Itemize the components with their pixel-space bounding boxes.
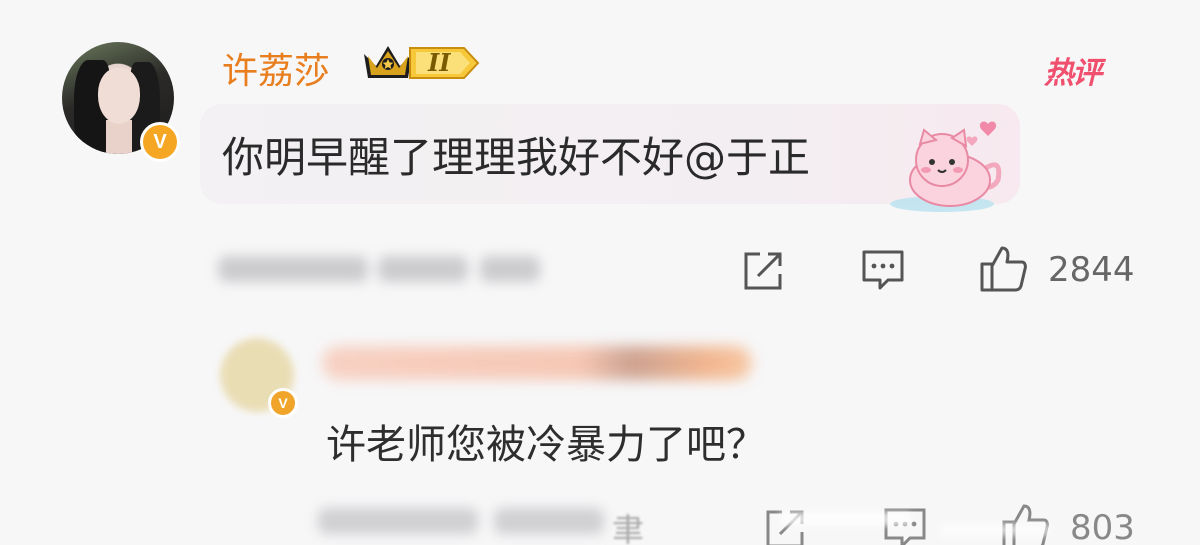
watermark-smudge [780,512,910,526]
thumbs-up-icon[interactable] [978,244,1028,294]
replier-avatar[interactable]: V [220,338,304,420]
verified-badge-icon: V [140,122,180,162]
like-count: 2844 [1048,250,1135,290]
like-count: 803 [1070,508,1135,545]
share-icon[interactable] [740,248,786,294]
verified-badge-icon: V [268,388,298,418]
blurred-replier-username[interactable] [322,346,752,380]
comment-icon[interactable] [860,248,906,294]
commenter-username[interactable]: 许荔莎 [222,42,330,94]
reply-text: 许老师您被冷暴力了吧？ [326,422,766,468]
hot-comment: V 许荔莎 II 热评 你明早醒了理理我好不好@于正 2844 [0,0,1200,310]
pink-cat-sticker-icon [890,121,1002,212]
commenter-avatar[interactable]: V [62,42,184,164]
level-badge: II [408,46,480,80]
hot-comment-tag: 热评 [1044,56,1102,91]
watermark-smudge [940,524,1050,536]
reply-meta-partial-text: 聿 [612,511,645,545]
comment-text: 你明早醒了理理我好不好@于正 [222,133,811,182]
